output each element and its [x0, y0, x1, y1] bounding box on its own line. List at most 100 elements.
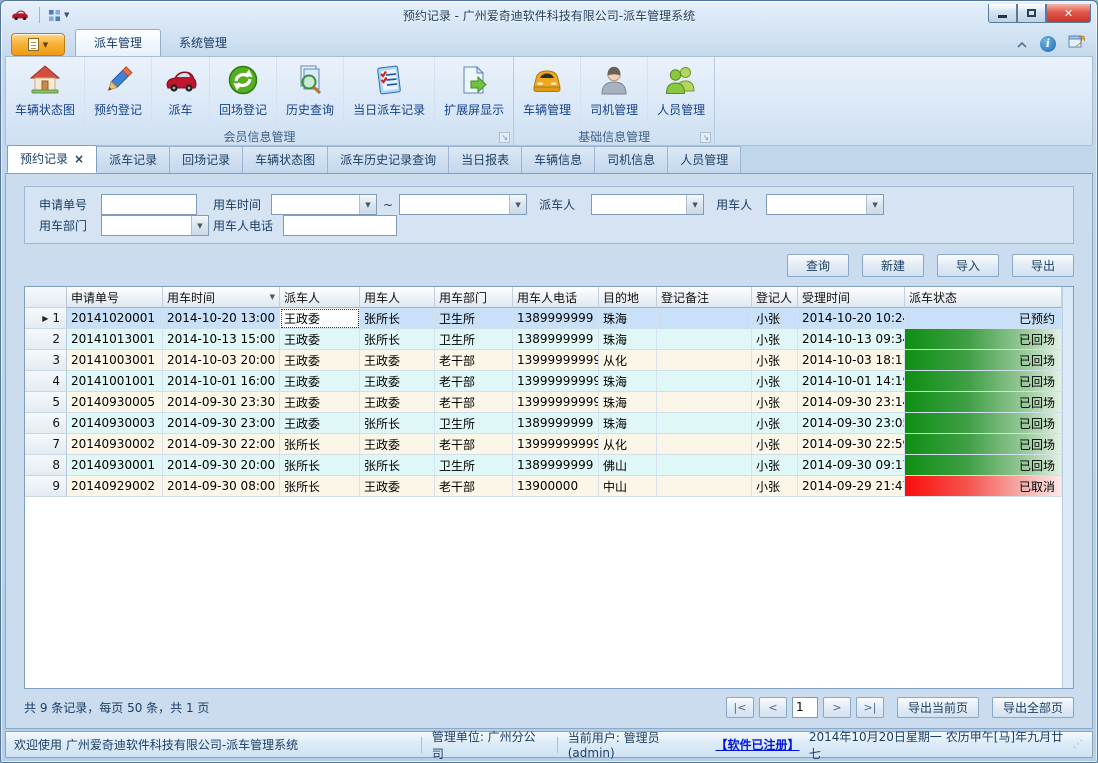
grid-cell[interactable]: 20140930002	[67, 434, 163, 455]
status-cell[interactable]: 已回场	[905, 455, 1062, 476]
grid-cell[interactable]: 2014-09-29 21:47	[798, 476, 905, 497]
grid-cell[interactable]: 从化	[599, 350, 657, 371]
grid-cell[interactable]: 老干部	[435, 350, 513, 371]
column-header[interactable]: 派车人	[280, 287, 360, 308]
grid-cell[interactable]: 13999999999	[513, 392, 599, 413]
grid-cell[interactable]: 20141013001	[67, 329, 163, 350]
first-page-button[interactable]: |<	[726, 697, 754, 718]
grid-cell[interactable]: 王政委	[360, 392, 435, 413]
grid-cell[interactable]	[657, 308, 752, 329]
table-row[interactable]: 5201409300052014-09-30 23:30王政委王政委老干部139…	[25, 392, 1062, 413]
chevron-down-icon[interactable]: ▼	[509, 195, 526, 214]
chevron-down-icon[interactable]: ▼	[359, 195, 376, 214]
column-header[interactable]: 登记备注	[657, 287, 752, 308]
grid-cell[interactable]: 王政委	[280, 392, 360, 413]
export-all-pages-button[interactable]: 导出全部页	[992, 697, 1074, 718]
grid-cell[interactable]: 佛山	[599, 455, 657, 476]
grid-cell[interactable]: 20141003001	[67, 350, 163, 371]
grid-cell[interactable]: 20141020001	[67, 308, 163, 329]
column-header[interactable]: 用车部门	[435, 287, 513, 308]
table-row[interactable]: ▶1201410200012014-10-20 13:00王政委张所长卫生所13…	[25, 308, 1062, 329]
grid-cell[interactable]: 2014-09-30 08:00	[163, 476, 280, 497]
column-header[interactable]: 登记人	[752, 287, 798, 308]
status-cell[interactable]: 已回场	[905, 329, 1062, 350]
grid-cell[interactable]: 小张	[752, 308, 798, 329]
export-button[interactable]: 导出	[1012, 254, 1074, 277]
ribbon-button[interactable]: 人员管理	[648, 57, 714, 127]
grid-cell[interactable]: 2014-10-13 15:00	[163, 329, 280, 350]
close-button[interactable]: ✕	[1046, 4, 1091, 23]
grid-cell[interactable]: 珠海	[599, 329, 657, 350]
grid-cell[interactable]: 王政委	[360, 434, 435, 455]
grid-cell[interactable]: 张所长	[280, 434, 360, 455]
grid-cell[interactable]: 20140930001	[67, 455, 163, 476]
doc-tab[interactable]: 当日报表	[448, 146, 522, 173]
grid-cell[interactable]: 2014-09-30 22:00	[163, 434, 280, 455]
grid-cell[interactable]: 2014-10-03 18:11	[798, 350, 905, 371]
doc-tab[interactable]: 人员管理	[667, 146, 741, 173]
ribbon-button[interactable]: 预约登记	[85, 57, 152, 127]
grid-cell[interactable]: 从化	[599, 434, 657, 455]
grid-cell[interactable]: 1389999999	[513, 455, 599, 476]
chevron-down-icon[interactable]: ▼	[686, 195, 703, 214]
doc-tab[interactable]: 派车历史记录查询	[327, 146, 449, 173]
grid-cell[interactable]: 20140930003	[67, 413, 163, 434]
grid-cell[interactable]: 1389999999	[513, 413, 599, 434]
grid-cell[interactable]: 卫生所	[435, 308, 513, 329]
dept-combo[interactable]: ▼	[101, 215, 209, 236]
grid-cell[interactable]: 珠海	[599, 392, 657, 413]
table-row[interactable]: 8201409300012014-09-30 20:00张所长张所长卫生所138…	[25, 455, 1062, 476]
grid-cell[interactable]: 珠海	[599, 371, 657, 392]
grid-cell[interactable]: 13900000	[513, 476, 599, 497]
vertical-scrollbar[interactable]	[1062, 287, 1073, 688]
grid-cell[interactable]: 2014-09-30 23:05	[798, 413, 905, 434]
grid-cell[interactable]: 2014-09-30 23:00	[163, 413, 280, 434]
ribbon-button[interactable]: 回场登记	[210, 57, 277, 127]
page-number-input[interactable]	[792, 697, 818, 718]
grid-cell[interactable]: 小张	[752, 350, 798, 371]
column-header[interactable]: 用车人电话	[513, 287, 599, 308]
status-cell[interactable]: 已回场	[905, 434, 1062, 455]
grid-cell[interactable]: 王政委	[280, 413, 360, 434]
grid-cell[interactable]: 老干部	[435, 434, 513, 455]
ribbon-button[interactable]: 司机管理	[581, 57, 648, 127]
collapse-ribbon-icon[interactable]	[1016, 34, 1028, 53]
grid-cell[interactable]	[657, 476, 752, 497]
column-header[interactable]: 目的地	[599, 287, 657, 308]
grid-cell[interactable]: 老干部	[435, 371, 513, 392]
status-cell[interactable]: 已回场	[905, 413, 1062, 434]
grid-cell[interactable]: 卫生所	[435, 413, 513, 434]
grid-cell[interactable]	[657, 413, 752, 434]
grid-cell[interactable]: 20141001001	[67, 371, 163, 392]
query-button[interactable]: 查询	[787, 254, 849, 277]
close-icon[interactable]: ×	[74, 154, 84, 164]
skin-style-icon[interactable]	[1068, 34, 1085, 53]
doc-tab[interactable]: 车辆信息	[521, 146, 595, 173]
grid-cell[interactable]: 2014-10-01 16:00	[163, 371, 280, 392]
new-button[interactable]: 新建	[862, 254, 924, 277]
prev-page-button[interactable]: <	[759, 697, 787, 718]
column-header[interactable]: 申请单号	[67, 287, 163, 308]
table-row[interactable]: 9201409290022014-09-30 08:00张所长王政委老干部139…	[25, 476, 1062, 497]
dialog-launcher-icon[interactable]: ↘	[499, 132, 510, 143]
export-current-page-button[interactable]: 导出当前页	[897, 697, 979, 718]
use-time-from-combo[interactable]: ▼	[271, 194, 377, 215]
license-link[interactable]: 【软件已注册】	[715, 736, 798, 753]
column-header[interactable]: 用车时间▼	[163, 287, 280, 308]
grid-cell[interactable]: 小张	[752, 392, 798, 413]
ribbon-button[interactable]: 车辆管理	[514, 57, 581, 127]
grid-cell[interactable]: 2014-09-30 22:59	[798, 434, 905, 455]
grid-cell[interactable]: 小张	[752, 476, 798, 497]
dispatcher-combo[interactable]: ▼	[591, 194, 704, 215]
grid-cell[interactable]: 张所长	[360, 329, 435, 350]
grid-cell[interactable]: 2014-10-20 10:24	[798, 308, 905, 329]
quick-access-toolbar-button[interactable]: ▼	[44, 7, 73, 24]
grid-cell[interactable]: 王政委	[360, 350, 435, 371]
column-header[interactable]: 派车状态	[905, 287, 1062, 308]
grid-cell[interactable]: 小张	[752, 455, 798, 476]
import-button[interactable]: 导入	[937, 254, 999, 277]
phone-input[interactable]	[283, 215, 397, 236]
grid-cell[interactable]: 2014-10-20 13:00	[163, 308, 280, 329]
grid-cell[interactable]: 王政委	[360, 371, 435, 392]
application-menu-button[interactable]: ▼	[11, 33, 65, 56]
